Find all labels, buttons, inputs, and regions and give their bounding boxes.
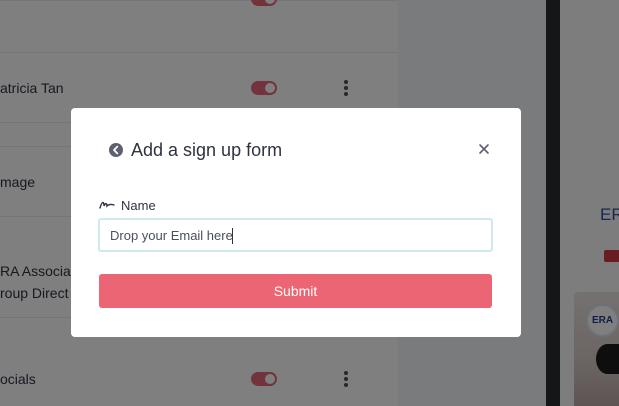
signature-icon	[99, 201, 115, 209]
field-label: Name	[121, 198, 156, 213]
modal-title: Add a sign up form	[131, 140, 283, 160]
add-signup-form-modal: Add a sign up form Name Submit	[71, 108, 521, 337]
circle-chevron-left-icon[interactable]	[109, 143, 123, 157]
email-input[interactable]	[98, 218, 493, 252]
close-icon[interactable]	[476, 141, 492, 157]
submit-button[interactable]: Submit	[99, 274, 492, 308]
text-caret	[232, 228, 233, 244]
